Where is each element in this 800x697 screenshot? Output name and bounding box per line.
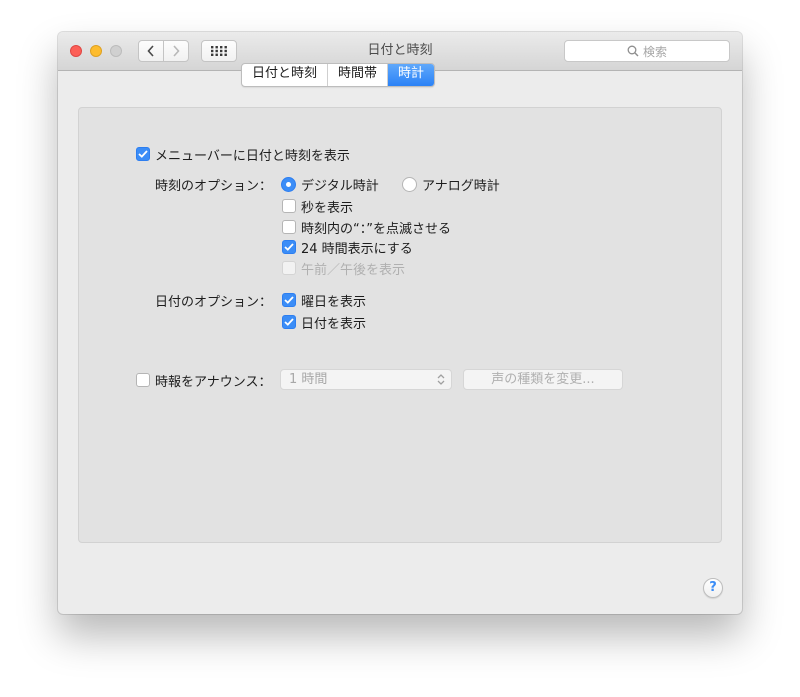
radio-dot-icon: [286, 181, 291, 187]
tab-bar: 日付と時刻 時間帯 時計: [241, 63, 436, 87]
announce-checkbox[interactable]: [136, 373, 150, 387]
menubar-checkbox[interactable]: [136, 147, 150, 161]
ampm-checkbox: [282, 261, 296, 275]
show-date-option[interactable]: 日付を表示: [282, 313, 367, 332]
tab-date-time[interactable]: 日付と時刻: [242, 64, 329, 86]
change-voice-button: 声の種類を変更...: [463, 369, 623, 390]
updown-chevron-icon: [437, 374, 445, 385]
analog-label: アナログ時計: [422, 178, 500, 194]
announce-label: 時報をアナウンス：: [155, 374, 272, 390]
weekday-checkbox[interactable]: [282, 293, 296, 307]
time-options-label: 時刻のオプション：: [154, 179, 272, 194]
date-options-label: 日付のオプション：: [154, 295, 272, 310]
search-placeholder: 検索: [642, 44, 667, 59]
weekday-label: 曜日を表示: [301, 294, 367, 310]
24h-checkbox[interactable]: [282, 240, 296, 254]
ampm-option: 午前／午後を表示: [282, 259, 406, 278]
analog-clock-option[interactable]: アナログ時計: [402, 175, 500, 194]
24h-label: 24 時間表示にする: [301, 241, 413, 257]
help-button[interactable]: ?: [703, 578, 723, 598]
blink-label: 時刻内の“：”を点滅させる: [301, 221, 451, 237]
announce-interval-value: 1 時間: [289, 372, 328, 387]
seconds-label: 秒を表示: [301, 200, 354, 216]
digital-radio[interactable]: [281, 176, 296, 192]
search-icon: [627, 45, 639, 57]
ampm-label: 午前／午後を表示: [301, 262, 406, 278]
seconds-option[interactable]: 秒を表示: [282, 197, 354, 216]
analog-radio[interactable]: [402, 176, 417, 192]
announce-option[interactable]: 時報をアナウンス：: [136, 371, 272, 390]
weekday-option[interactable]: 曜日を表示: [282, 291, 367, 310]
blink-checkbox[interactable]: [282, 220, 296, 234]
checkmark-icon: [284, 318, 294, 326]
tab-time-zone[interactable]: 時間帯: [328, 64, 389, 86]
checkmark-icon: [138, 150, 148, 158]
seconds-checkbox[interactable]: [282, 199, 296, 213]
tab-clock[interactable]: 時計: [388, 64, 435, 86]
search-field[interactable]: 検索: [564, 40, 730, 62]
24h-option[interactable]: 24 時間表示にする: [282, 238, 413, 257]
preferences-window: 日付と時刻 検索: [58, 32, 742, 614]
checkmark-icon: [284, 296, 294, 304]
show-date-checkbox[interactable]: [282, 315, 296, 329]
blink-option[interactable]: 時刻内の“：”を点滅させる: [282, 218, 451, 237]
digital-clock-option[interactable]: デジタル時計: [281, 175, 379, 194]
announce-interval-select: 1 時間: [280, 369, 452, 390]
menubar-option[interactable]: メニューバーに日付と時刻を表示: [136, 145, 350, 164]
checkmark-icon: [284, 243, 294, 251]
menubar-label: メニューバーに日付と時刻を表示: [155, 148, 350, 164]
clock-settings-panel: [78, 107, 722, 543]
digital-label: デジタル時計: [301, 178, 379, 194]
show-date-label: 日付を表示: [301, 316, 367, 332]
